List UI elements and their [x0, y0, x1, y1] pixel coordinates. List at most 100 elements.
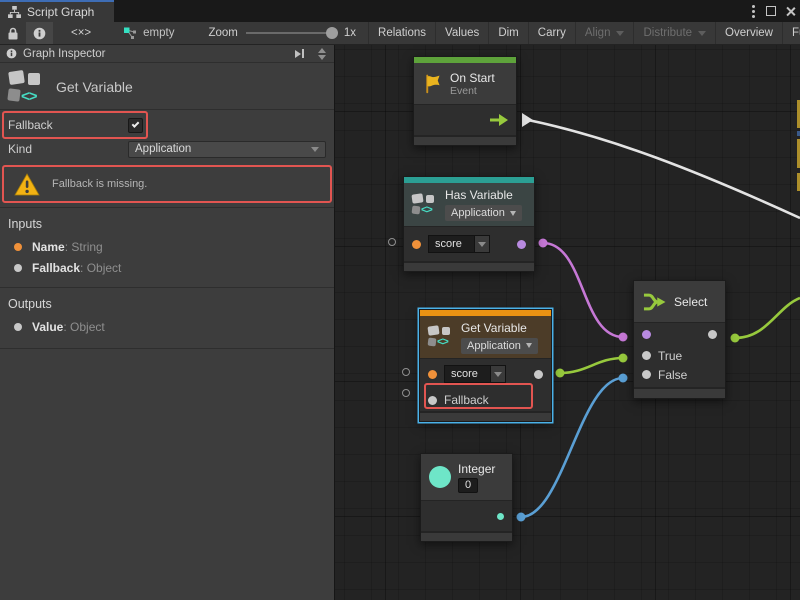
fallback-field-row: Fallback [0, 112, 334, 138]
variable-kind-dropdown[interactable]: Application [445, 205, 522, 221]
node-footer [421, 531, 512, 541]
wire-select-output [735, 298, 800, 338]
code-preview-button[interactable]: <×> [53, 22, 109, 44]
selection-output-port[interactable] [708, 330, 717, 339]
field-dropdown[interactable] [474, 235, 490, 253]
variable-icon: <> [428, 325, 454, 349]
fallback-checkbox[interactable] [128, 118, 143, 133]
kind-field-row: Kind Application [0, 138, 334, 160]
node-title: On Start [450, 71, 495, 85]
unconnected-port-ring[interactable] [388, 238, 396, 246]
lock-button[interactable] [0, 22, 26, 44]
output-port[interactable] [517, 240, 526, 249]
dim-button[interactable]: Dim [489, 22, 528, 44]
false-input-port[interactable] [642, 370, 651, 379]
variable-kind-dropdown[interactable]: Application [461, 338, 538, 354]
node-title: Get Variable [461, 321, 538, 335]
fallback-port-label: Fallback [444, 393, 489, 407]
chevron-down-icon [311, 147, 319, 152]
true-port-label: True [658, 349, 682, 363]
unconnected-port-ring[interactable] [402, 389, 410, 397]
kind-value: Application [135, 143, 191, 155]
full-screen-button[interactable]: Full Screen [783, 22, 800, 44]
input-port-row: Fallback: Object [0, 257, 334, 278]
warning-text: Fallback is missing. [52, 178, 147, 190]
outputs-heading: Outputs [0, 288, 334, 316]
variable-name-field[interactable]: score [444, 365, 506, 383]
unconnected-port-ring[interactable] [402, 368, 410, 376]
values-button[interactable]: Values [436, 22, 489, 44]
integer-value-field[interactable]: 0 [458, 478, 478, 493]
node-select[interactable]: Select True False [633, 280, 726, 399]
graph-canvas[interactable]: On Start Event <> [335, 45, 800, 600]
control-output-port[interactable] [490, 114, 508, 126]
input-port-row: Name: String [0, 236, 334, 257]
zoom-slider[interactable] [246, 32, 336, 34]
wire-endpoint [619, 333, 628, 342]
zoom-slider-handle[interactable] [326, 27, 338, 39]
distribute-button[interactable]: Distribute [634, 22, 716, 44]
graph-nodes-icon [123, 27, 138, 40]
graph-inspector-panel: Graph Inspector <> Get Variable Fallback… [0, 45, 335, 600]
node-on-start[interactable]: On Start Event [413, 56, 517, 146]
chevron-down-icon [526, 343, 532, 348]
node-get-variable[interactable]: <> Get Variable Application score [419, 309, 552, 422]
integer-output-port[interactable] [497, 513, 504, 520]
kind-dropdown[interactable]: Application [128, 141, 326, 158]
collapse-panel-icon[interactable] [295, 49, 304, 58]
fallback-input-port[interactable] [428, 396, 437, 405]
node-has-variable[interactable]: <> Has Variable Application score [403, 176, 535, 272]
chevron-down-icon [698, 31, 706, 36]
control-port-arrow [522, 113, 533, 127]
node-footer [634, 387, 725, 398]
tab-script-graph[interactable]: Script Graph [0, 0, 114, 22]
graph-toolbar: <×> empty Zoom 1x Relations Values Dim C… [0, 22, 800, 45]
flag-icon [422, 73, 443, 94]
node-footer [420, 411, 551, 421]
variable-icon: <> [412, 193, 438, 217]
graph-state-indicator: empty [109, 22, 182, 44]
fallback-label: Fallback [8, 118, 128, 132]
node-integer[interactable]: Integer 0 [420, 453, 513, 542]
true-input-port[interactable] [642, 351, 651, 360]
align-button[interactable]: Align [576, 22, 635, 44]
integer-icon [429, 466, 451, 488]
wire-endpoint [619, 374, 628, 383]
kind-label: Kind [8, 142, 128, 156]
graph-state-label: empty [143, 27, 174, 39]
inspector-toggle-button[interactable] [26, 22, 53, 44]
inspector-title-bar: Graph Inspector [0, 45, 334, 63]
overview-button[interactable]: Overview [716, 22, 783, 44]
chevron-down-icon [478, 242, 486, 247]
input-port[interactable] [428, 370, 437, 379]
port-dot [14, 264, 22, 272]
port-dot [14, 323, 22, 331]
scroll-spinner[interactable] [318, 48, 328, 60]
selector-input-port[interactable] [642, 330, 651, 339]
value-output-port[interactable] [534, 370, 543, 379]
node-title: Has Variable [445, 188, 522, 202]
field-dropdown[interactable] [490, 365, 506, 383]
variable-name-field[interactable]: score [428, 235, 490, 253]
chevron-down-icon [510, 211, 516, 216]
node-title: Select [674, 295, 707, 309]
code-icon: <×> [71, 27, 91, 39]
carry-button[interactable]: Carry [529, 22, 576, 44]
output-port-row: Value: Object [0, 316, 334, 337]
inputs-heading: Inputs [0, 208, 334, 236]
script-graph-window: Script Graph <×> [0, 0, 800, 600]
chevron-down-icon [616, 31, 624, 36]
wire-endpoint [619, 354, 628, 363]
warning-icon [14, 173, 40, 196]
info-icon [6, 48, 17, 59]
input-port[interactable] [412, 240, 421, 249]
window-menu-icon[interactable] [750, 3, 757, 20]
port-dot [14, 243, 22, 251]
info-icon [33, 27, 46, 40]
relations-button[interactable]: Relations [368, 22, 436, 44]
node-subtitle: Event [450, 85, 495, 97]
node-title: Integer [458, 462, 495, 476]
checkmark-icon [132, 120, 140, 128]
maximize-icon[interactable] [766, 6, 776, 16]
close-icon[interactable] [785, 6, 796, 17]
